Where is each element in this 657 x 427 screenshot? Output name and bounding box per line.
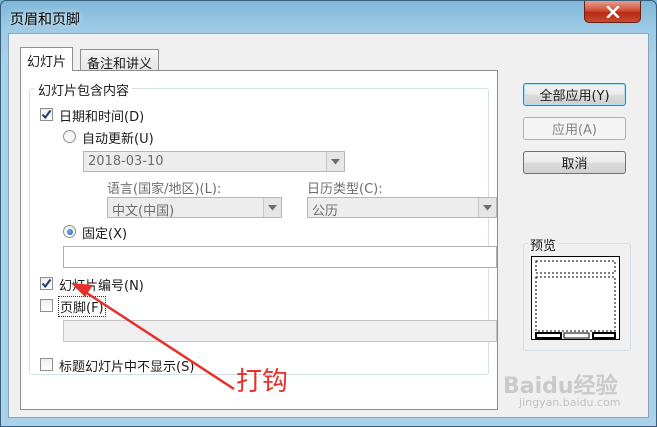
preview-label: 预览 xyxy=(528,235,559,254)
tab-label: 幻灯片 xyxy=(27,55,67,70)
annotation-text: 打钩 xyxy=(236,367,289,397)
window-title: 页眉和页脚 xyxy=(10,12,80,28)
dialog-window: 页眉和页脚 幻灯片 备注和讲义 幻灯片包含内容 日期和时间(D) 自动更新(U) xyxy=(0,0,657,427)
close-icon xyxy=(606,5,619,18)
tab-panel: 幻灯片包含内容 日期和时间(D) 自动更新(U) 2018-03-10 语言(国… xyxy=(20,70,498,410)
tab-notes-handouts[interactable]: 备注和讲义 xyxy=(80,49,160,72)
dialog-client-area: 幻灯片 备注和讲义 幻灯片包含内容 日期和时间(D) 自动更新(U) 2018-… xyxy=(8,33,649,418)
annotation-arrow-icon xyxy=(71,283,235,391)
cancel-button[interactable]: 取消 xyxy=(523,151,626,174)
preview-thumbnail xyxy=(531,256,620,340)
apply-all-button[interactable]: 全部应用(Y) xyxy=(523,83,626,106)
watermark-url: jingyan.baidu.com xyxy=(519,396,621,409)
close-button[interactable] xyxy=(584,1,641,23)
apply-button[interactable]: 应用(A) xyxy=(523,117,626,140)
tab-slide[interactable]: 幻灯片 xyxy=(20,47,74,71)
